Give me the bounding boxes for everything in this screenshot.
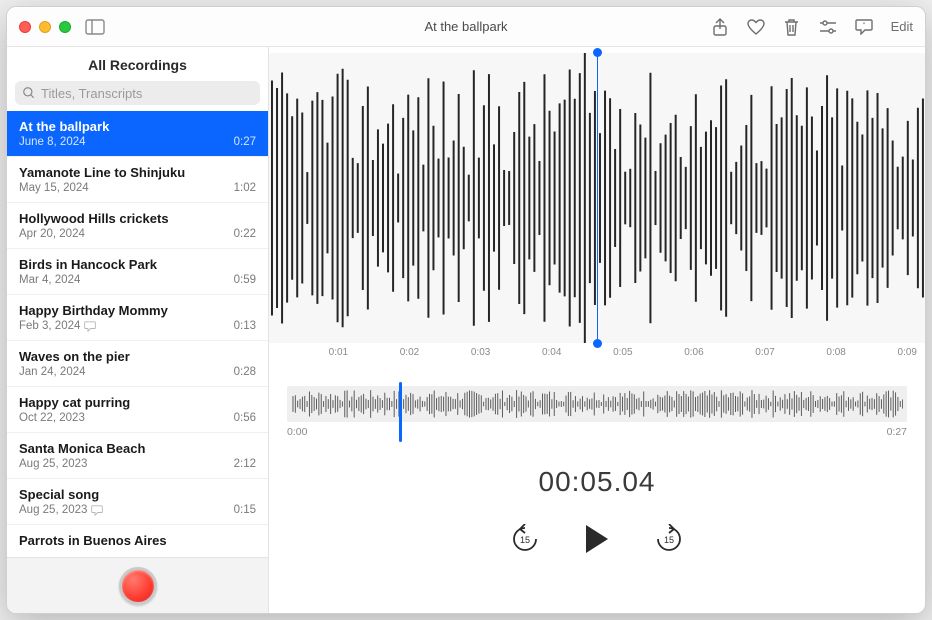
recording-title: Hollywood Hills crickets	[19, 211, 256, 226]
svg-text:15: 15	[520, 535, 530, 545]
recording-duration: 0:59	[234, 274, 256, 286]
recording-date: Aug 25, 2023	[19, 504, 103, 516]
delete-button[interactable]	[783, 18, 801, 36]
waveform-overview[interactable]: 0:00 0:27	[287, 386, 907, 438]
detail-pane: 0:01 0:02 0:03 0:04 0:05 0:06 0:07 0:08 0:09 0:0…	[269, 47, 925, 613]
list-item[interactable]: Santa Monica Beach Aug 25, 2023 2:12	[7, 433, 268, 479]
playback-controls: 15 15	[269, 524, 925, 554]
recording-date: June 8, 2024	[19, 136, 86, 148]
axis-tick: 0:09	[898, 347, 917, 358]
waveform-main[interactable]	[269, 53, 925, 343]
recording-duration: 0:22	[234, 228, 256, 240]
toggle-sidebar-button[interactable]	[85, 19, 105, 35]
sidebar: All Recordings At the ballpark June 8, 20…	[7, 47, 269, 613]
share-button[interactable]	[711, 18, 729, 36]
list-item[interactable]: Parrots in Buenos Aires	[7, 525, 268, 557]
axis-tick: 0:03	[471, 347, 490, 358]
axis-tick: 0:05	[613, 347, 632, 358]
recording-title: Santa Monica Beach	[19, 441, 256, 456]
record-bar	[7, 557, 268, 613]
axis-tick: 0:04	[542, 347, 561, 358]
recording-title: Waves on the pier	[19, 349, 256, 364]
transcript-icon	[91, 505, 103, 516]
app-window: At the ballpark " Edit All Recordings	[6, 6, 926, 614]
play-button[interactable]	[586, 525, 608, 553]
list-item[interactable]: Special song Aug 25, 2023 0:15	[7, 479, 268, 525]
zoom-window-button[interactable]	[59, 21, 71, 33]
skip-forward-button[interactable]: 15	[654, 524, 684, 554]
overview-playhead[interactable]	[399, 382, 402, 442]
recording-duration: 0:13	[234, 320, 256, 332]
timecode: 00:05.04	[269, 466, 925, 498]
recording-date: Mar 4, 2024	[19, 274, 80, 286]
recording-duration: 0:15	[234, 504, 256, 516]
recording-date: May 15, 2024	[19, 182, 89, 194]
recording-date: Oct 22, 2023	[19, 412, 85, 424]
recording-duration: 0:56	[234, 412, 256, 424]
recording-title: Special song	[19, 487, 256, 502]
svg-text:": "	[862, 22, 865, 29]
recording-date: Jan 24, 2024	[19, 366, 86, 378]
recordings-list: At the ballpark June 8, 2024 0:27 Yamanote …	[7, 111, 268, 557]
recording-title: Parrots in Buenos Aires	[19, 533, 256, 548]
svg-text:15: 15	[664, 535, 674, 545]
minimize-window-button[interactable]	[39, 21, 51, 33]
axis-tick: 0:08	[826, 347, 845, 358]
list-item[interactable]: Happy cat purring Oct 22, 2023 0:56	[7, 387, 268, 433]
transcript-icon	[84, 321, 96, 332]
playback-settings-button[interactable]	[819, 18, 837, 36]
list-item[interactable]: Hollywood Hills crickets Apr 20, 2024 0:22	[7, 203, 268, 249]
recording-title: Yamanote Line to Shinjuku	[19, 165, 256, 180]
recording-duration: 0:28	[234, 366, 256, 378]
close-window-button[interactable]	[19, 21, 31, 33]
list-item[interactable]: Waves on the pier Jan 24, 2024 0:28	[7, 341, 268, 387]
list-item[interactable]: Happy Birthday Mommy Feb 3, 2024 0:13	[7, 295, 268, 341]
overview-start-label: 0:00	[287, 426, 307, 438]
edit-button[interactable]: Edit	[891, 19, 913, 34]
titlebar: At the ballpark " Edit	[7, 7, 925, 47]
overview-end-label: 0:27	[887, 426, 907, 438]
skip-back-button[interactable]: 15	[510, 524, 540, 554]
recording-duration: 1:02	[234, 182, 256, 194]
recording-title: Birds in Hancock Park	[19, 257, 256, 272]
window-controls	[19, 21, 71, 33]
recording-title: At the ballpark	[19, 119, 256, 134]
recording-date: Aug 25, 2023	[19, 458, 87, 470]
list-item[interactable]: At the ballpark June 8, 2024 0:27	[7, 111, 268, 157]
recording-title: Happy Birthday Mommy	[19, 303, 256, 318]
favorite-button[interactable]	[747, 18, 765, 36]
list-item[interactable]: Birds in Hancock Park Mar 4, 2024 0:59	[7, 249, 268, 295]
recording-date: Feb 3, 2024	[19, 320, 96, 332]
axis-tick: 0:01	[329, 347, 348, 358]
transcript-button[interactable]: "	[855, 18, 873, 36]
search-input[interactable]	[15, 81, 260, 105]
recording-date: Apr 20, 2024	[19, 228, 85, 240]
playhead[interactable]	[597, 53, 598, 343]
axis-tick: 0:07	[755, 347, 774, 358]
record-button[interactable]	[119, 567, 157, 605]
sidebar-title: All Recordings	[7, 47, 268, 81]
recording-duration: 2:12	[234, 458, 256, 470]
recording-title: Happy cat purring	[19, 395, 256, 410]
recording-duration: 0:27	[234, 136, 256, 148]
list-item[interactable]: Yamanote Line to Shinjuku May 15, 2024 1:0…	[7, 157, 268, 203]
axis-tick: 0:02	[400, 347, 419, 358]
axis-tick: 0:06	[684, 347, 703, 358]
